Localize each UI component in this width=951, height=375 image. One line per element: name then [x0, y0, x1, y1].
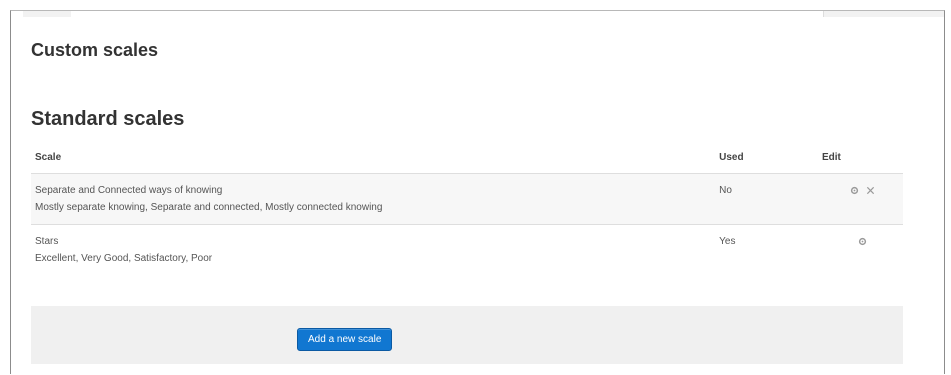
action-panel: Add a new scale: [31, 306, 903, 364]
standard-scales-table: Scale Used Edit Separate and Connected w…: [31, 142, 903, 275]
cog-icon[interactable]: [858, 233, 867, 250]
table-header-row: Scale Used Edit: [31, 142, 903, 174]
column-header-scale: Scale: [35, 152, 62, 163]
used-cell: Yes: [715, 224, 818, 275]
scale-name: Separate and Connected ways of knowing: [35, 185, 223, 196]
top-tab-left: [23, 11, 71, 17]
scale-name: Stars: [35, 236, 59, 247]
top-tab-right: [823, 11, 944, 17]
delete-icon[interactable]: [866, 182, 875, 199]
scale-items: Excellent, Very Good, Satisfactory, Poor: [35, 253, 213, 264]
edit-cell: [817, 224, 903, 275]
column-header-used: Used: [719, 152, 744, 163]
table-row: Stars Excellent, Very Good, Satisfactory…: [31, 224, 903, 275]
custom-scales-heading: Custom scales: [31, 40, 159, 60]
cog-icon[interactable]: [850, 182, 859, 199]
edit-cell: [817, 173, 903, 225]
scale-items: Mostly separate knowing, Separate and co…: [35, 202, 383, 213]
table-row: Separate and Connected ways of knowing M…: [31, 173, 903, 225]
scale-cell: Separate and Connected ways of knowing M…: [31, 173, 716, 225]
column-header-edit: Edit: [821, 152, 841, 163]
add-new-scale-button[interactable]: Add a new scale: [297, 328, 393, 351]
standard-scales-heading: Standard scales: [31, 108, 185, 130]
scale-cell: Stars Excellent, Very Good, Satisfactory…: [31, 224, 716, 275]
used-cell: No: [715, 173, 818, 225]
